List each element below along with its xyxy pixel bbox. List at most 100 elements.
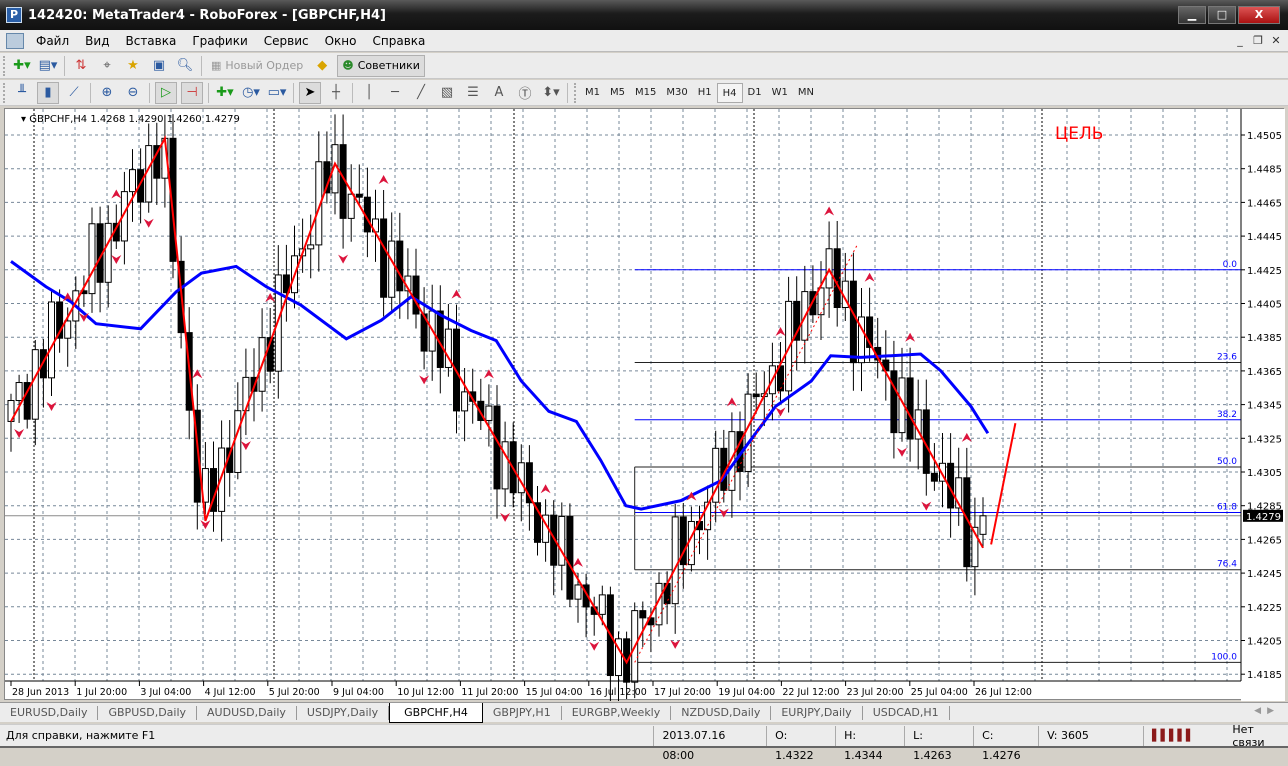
crosshair-icon[interactable]: ┼ [325, 82, 347, 104]
connection-bars-icon: ▌▌▌▌▌ [1143, 725, 1202, 746]
chart-tab[interactable]: USDCAD,H1 [863, 705, 950, 720]
chart-tab[interactable]: EURGBP,Weekly [562, 705, 672, 720]
price-tick-label: 1.4325 [1247, 434, 1282, 445]
navigator-icon[interactable]: ★ [122, 55, 144, 77]
experts-button[interactable]: ☻ Советники [337, 54, 425, 77]
timeframe-h1[interactable]: H1 [693, 83, 717, 103]
menu-window[interactable]: Окно [317, 34, 365, 48]
menu-file[interactable]: Файл [28, 34, 77, 48]
fib-level-label: 61.8 [1217, 502, 1237, 512]
toolbar-grip[interactable] [574, 82, 577, 103]
candle-body [558, 515, 566, 566]
autoscroll-icon[interactable]: ▷ [155, 81, 177, 104]
terminal-icon[interactable]: ▣ [148, 55, 170, 77]
toolbar-grip[interactable] [3, 55, 6, 76]
status-high: H: 1.4344 [835, 725, 892, 762]
chart-tab[interactable]: EURJPY,Daily [771, 705, 863, 720]
candle-body [687, 520, 695, 566]
chart-window[interactable]: 0.0 23.6 38.2 50.0 61.8 76.4 100.0 1.4505 1.4485… [4, 108, 1285, 701]
chart-tab[interactable]: GBPJPY,H1 [483, 705, 562, 720]
mdi-restore-button[interactable]: ❐ [1250, 33, 1266, 49]
timeframe-m1[interactable]: M1 [580, 83, 605, 103]
close-button[interactable]: X [1238, 6, 1280, 24]
vertical-line-icon[interactable]: │ [358, 82, 380, 104]
candle-body [461, 391, 469, 412]
candle-body [48, 301, 55, 379]
arrows-icon[interactable]: ⬍▾ [540, 82, 562, 104]
menu-tools[interactable]: Сервис [256, 34, 317, 48]
horizontal-line-icon[interactable]: ─ [384, 82, 406, 104]
chart-tab[interactable]: GBPCHF,H4 [389, 702, 483, 723]
price-tick-label: 1.4345 [1247, 401, 1282, 412]
candle-body [396, 240, 404, 292]
price-tick-label: 1.4425 [1247, 266, 1282, 277]
menu-charts[interactable]: Графики [184, 34, 255, 48]
chart-tab[interactable]: AUDUSD,Daily [197, 705, 297, 720]
charts-toolbar: ╨ ▮ ⟋ ⊕ ⊖ ▷ ⊣ ✚▾ ◷▾ ▭▾ ➤ ┼ │ ─ ╱ ▧ ☰ A Ⓣ… [0, 80, 1288, 106]
window-title: 142420: MetaTrader4 - RoboForex - [GBPCH… [28, 7, 386, 23]
equidistant-channel-icon[interactable]: ▧ [436, 82, 458, 104]
chart-tab[interactable]: USDJPY,Daily [297, 705, 390, 720]
target-annotation: ЦЕЛЬ [1055, 124, 1103, 144]
candlestick-icon[interactable]: ▮ [37, 81, 59, 104]
chart-tab[interactable]: NZDUSD,Daily [671, 705, 772, 720]
bar-chart-icon[interactable]: ╨ [11, 82, 33, 104]
chart-window-icon[interactable] [6, 32, 24, 49]
menu-view[interactable]: Вид [77, 34, 117, 48]
market-watch-icon[interactable]: ⇅ [70, 55, 92, 77]
menu-help[interactable]: Справка [365, 34, 434, 48]
warning-icon[interactable]: ◆ [311, 55, 333, 77]
mdi-close-button[interactable]: ✕ [1268, 33, 1284, 49]
data-window-icon[interactable]: ⌖ [96, 55, 118, 77]
fractal-up-arrow-icon [451, 289, 462, 299]
price-chart[interactable]: 0.0 23.6 38.2 50.0 61.8 76.4 100.0 1.4505 1.4485… [5, 109, 1285, 701]
chart-header: ▾ GBPCHF,H4 1.4268 1.4290 1.4260 1.4279 [21, 114, 240, 125]
periods-icon[interactable]: ◷▾ [240, 82, 262, 104]
fibonacci-icon[interactable]: ☰ [462, 82, 484, 104]
new-order-button[interactable]: ▦ Новый Ордер [207, 55, 307, 77]
candle-body [849, 280, 857, 364]
fractal-down-arrow-icon [589, 641, 600, 651]
timeframe-m30[interactable]: M30 [661, 83, 692, 103]
mdi-minimize-button[interactable]: _ [1232, 33, 1248, 49]
fib-level-label: 0.0 [1223, 260, 1238, 270]
menu-insert[interactable]: Вставка [117, 34, 184, 48]
candle-body [355, 193, 363, 198]
candle-body [15, 382, 23, 402]
maximize-button[interactable]: □ [1208, 6, 1236, 24]
toolbar-grip[interactable] [3, 82, 6, 103]
chart-tab[interactable]: EURUSD,Daily [0, 705, 99, 720]
menu-bar: Файл Вид Вставка Графики Сервис Окно Спр… [0, 30, 1288, 52]
candle-body [501, 441, 509, 490]
strategy-tester-icon[interactable]: 🔍︎ [174, 55, 196, 77]
fractal-down-arrow-icon [500, 512, 511, 522]
zoom-out-icon[interactable]: ⊖ [122, 82, 144, 104]
price-tick-label: 1.4465 [1247, 198, 1282, 209]
indicators-icon[interactable]: ✚▾ [214, 82, 236, 104]
status-close: C: 1.4276 [973, 725, 1030, 762]
price-tick-label: 1.4365 [1247, 367, 1282, 378]
templates-icon[interactable]: ▭▾ [266, 82, 288, 104]
timeframe-w1[interactable]: W1 [767, 83, 793, 103]
trendline-icon[interactable]: ╱ [410, 82, 432, 104]
timeframe-h4[interactable]: H4 [716, 82, 743, 103]
timeframe-m15[interactable]: M15 [630, 83, 661, 103]
new-chart-icon[interactable]: ✚▾ [11, 55, 33, 77]
tab-scroll-arrows-icon[interactable]: ◀▶ [1254, 706, 1280, 716]
chart-tab[interactable]: GBPUSD,Daily [98, 705, 198, 720]
timeframe-m5[interactable]: M5 [605, 83, 630, 103]
cursor-icon[interactable]: ➤ [299, 81, 321, 104]
zoom-in-icon[interactable]: ⊕ [96, 82, 118, 104]
text-label-icon[interactable]: Ⓣ [514, 82, 536, 104]
time-tick-label: 4 Jul 12:00 [205, 687, 256, 698]
minimize-button[interactable]: ▁ [1178, 6, 1206, 24]
time-tick-label: 5 Jul 20:00 [269, 687, 320, 698]
chart-shift-icon[interactable]: ⊣ [181, 81, 203, 104]
time-tick-label: 17 Jul 20:00 [654, 687, 711, 698]
timeframe-mn[interactable]: MN [793, 83, 819, 103]
line-chart-icon[interactable]: ⟋ [63, 82, 85, 104]
timeframe-d1[interactable]: D1 [743, 83, 767, 103]
text-icon[interactable]: A [488, 82, 510, 104]
profiles-icon[interactable]: ▤▾ [37, 55, 59, 77]
fractal-down-arrow-icon [240, 441, 251, 451]
